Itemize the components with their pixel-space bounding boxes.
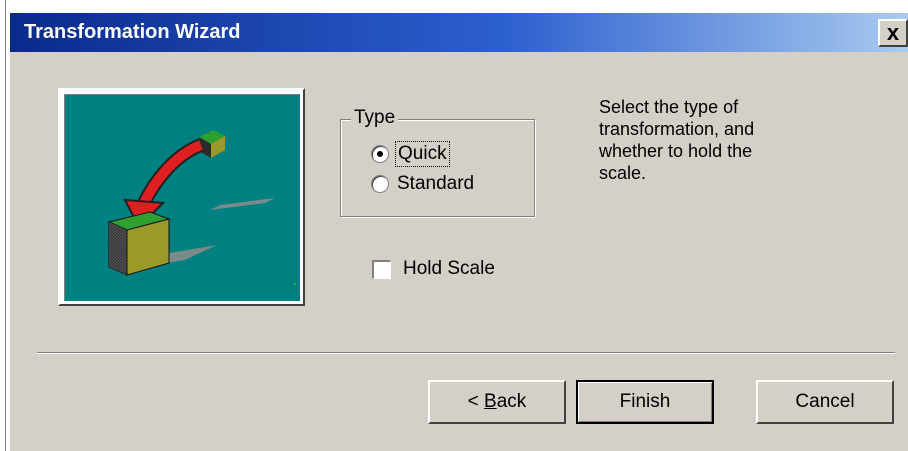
hold-scale-checkbox[interactable]: Hold Scale xyxy=(372,258,495,280)
dialog-client: Type Quick Standard Hold Scale Select th… xyxy=(10,52,908,451)
back-button[interactable]: < Back xyxy=(428,380,566,424)
cancel-button[interactable]: Cancel xyxy=(756,380,894,424)
back-prefix: < xyxy=(467,391,485,412)
cube-transform-illustration xyxy=(64,94,300,301)
wizard-picture xyxy=(58,88,305,306)
top-edge xyxy=(0,0,908,10)
back-mnemonic: B xyxy=(484,391,497,412)
radio-quick-label: Quick xyxy=(395,141,450,167)
close-button[interactable]: x xyxy=(878,19,908,47)
dialog-window: Transformation Wizard x Type Quick Stand… xyxy=(0,0,908,451)
left-edge xyxy=(0,0,6,451)
hold-scale-box[interactable] xyxy=(372,259,391,279)
type-groupbox: Type Quick Standard xyxy=(340,107,535,217)
radio-standard[interactable]: Standard xyxy=(371,173,474,195)
back-rest: ack xyxy=(496,391,527,412)
divider xyxy=(37,352,895,354)
radio-standard-label: Standard xyxy=(397,173,475,194)
hold-scale-label: Hold Scale xyxy=(403,258,495,279)
radio-standard-indicator[interactable] xyxy=(371,175,389,193)
radio-quick-indicator[interactable] xyxy=(371,145,389,163)
finish-label: Finish xyxy=(619,391,671,412)
close-icon: x xyxy=(886,20,900,45)
finish-button[interactable]: Finish xyxy=(576,380,714,424)
cancel-label: Cancel xyxy=(795,391,855,412)
title-bar[interactable]: Transformation Wizard x xyxy=(10,13,908,52)
window-title: Transformation Wizard xyxy=(24,21,241,43)
instructions-text: Select the type of transformation, and w… xyxy=(599,97,755,183)
type-group-label: Type xyxy=(351,107,399,129)
radio-quick[interactable]: Quick xyxy=(371,141,450,167)
cube-transform-icon xyxy=(107,130,296,285)
